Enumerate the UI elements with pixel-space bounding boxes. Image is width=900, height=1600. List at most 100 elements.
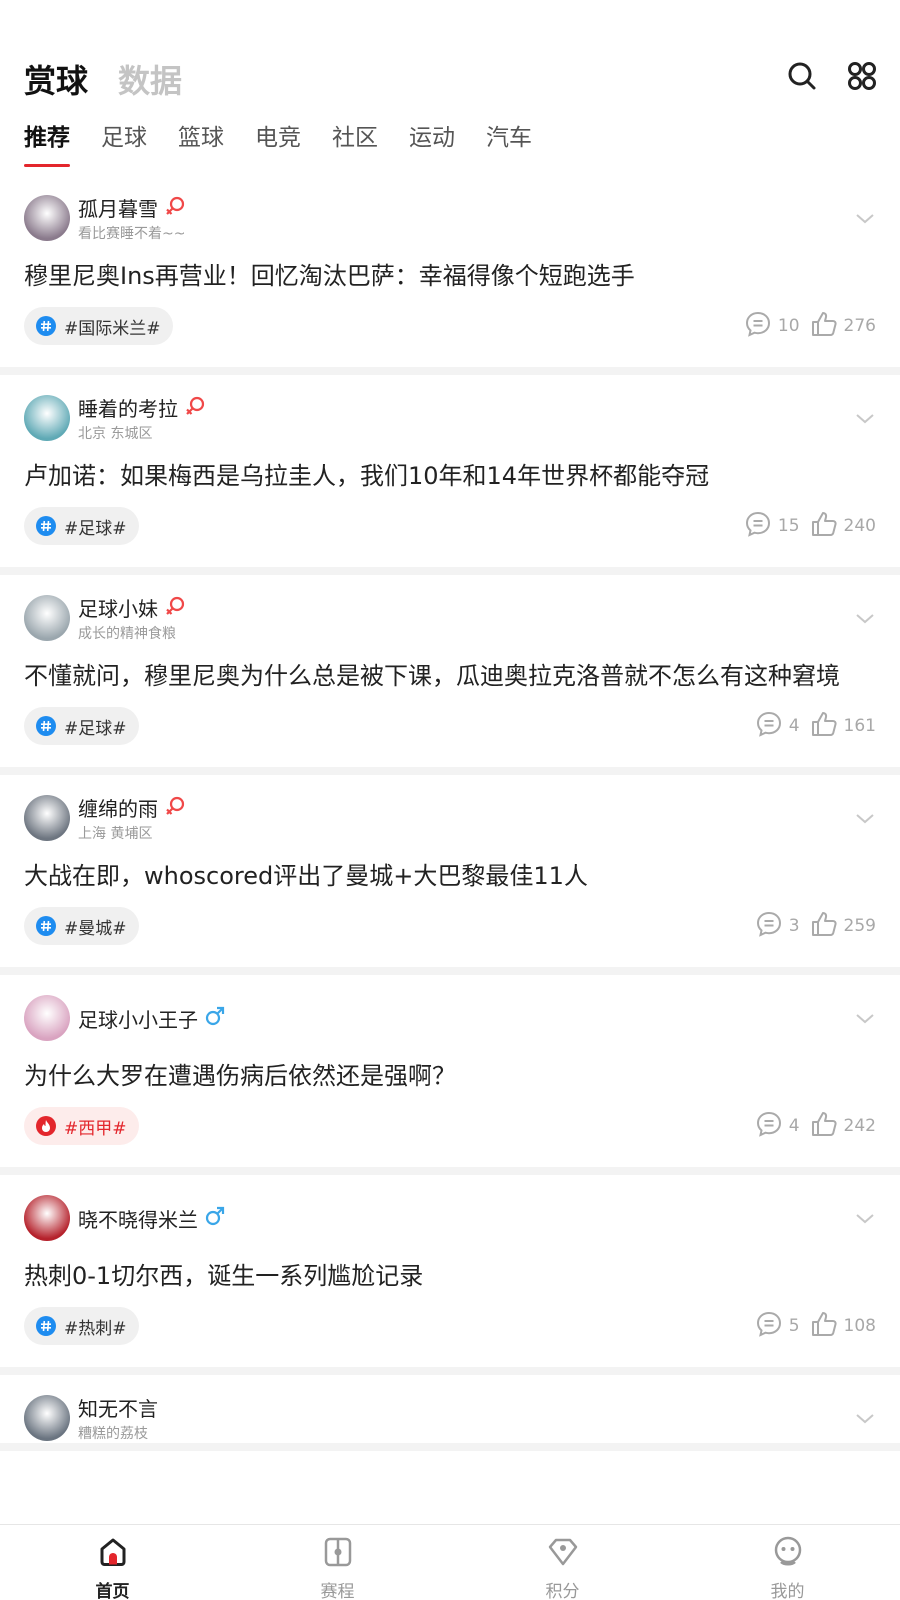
post-stats: 10 276: [744, 310, 876, 343]
like-button[interactable]: 259: [810, 910, 876, 943]
topic-tag-label: #国际米兰#: [64, 318, 161, 339]
post-header: 孤月暮雪 看比赛睡不着~~: [24, 193, 876, 243]
username[interactable]: 足球小小王子: [78, 1004, 198, 1033]
like-count: 108: [843, 1316, 876, 1336]
post-title[interactable]: 穆里尼奥Ins再营业！回忆淘汰巴萨：幸福得像个短跑选手: [24, 261, 876, 291]
avatar[interactable]: [24, 995, 70, 1041]
comment-count: 4: [788, 1116, 800, 1136]
chevron-down-icon[interactable]: [854, 207, 876, 233]
username[interactable]: 睡着的考拉: [78, 393, 178, 422]
chevron-down-icon[interactable]: [854, 407, 876, 433]
comment-button[interactable]: 4: [755, 1110, 800, 1143]
like-button[interactable]: 240: [810, 510, 876, 543]
username[interactable]: 晓不晓得米兰: [78, 1204, 198, 1233]
comment-icon: [755, 710, 783, 743]
username[interactable]: 知无不言: [78, 1393, 158, 1422]
tabbar-item-points[interactable]: 积分: [450, 1525, 675, 1600]
comment-button[interactable]: 5: [755, 1310, 800, 1343]
user-info: 晓不晓得米兰: [78, 1204, 226, 1233]
avatar[interactable]: [24, 1195, 70, 1241]
home-icon: [96, 1535, 130, 1573]
topic-tag[interactable]: #国际米兰#: [24, 307, 173, 345]
topic-tag[interactable]: #西甲#: [24, 1107, 139, 1145]
post-card[interactable]: 睡着的考拉 北京 东城区 卢加诺：如果梅西是乌拉圭人，我们10年和14年世界杯都…: [0, 375, 900, 575]
post-footer: #曼城# 3 259: [24, 907, 876, 967]
topic-tag[interactable]: #曼城#: [24, 907, 139, 945]
chevron-down-icon[interactable]: [854, 1207, 876, 1233]
post-title[interactable]: 卢加诺：如果梅西是乌拉圭人，我们10年和14年世界杯都能夺冠: [24, 461, 876, 491]
male-icon: [204, 1205, 226, 1231]
tabbar-label: 我的: [770, 1582, 805, 1600]
points-icon: [546, 1535, 580, 1573]
avatar[interactable]: [24, 1395, 70, 1441]
comment-button[interactable]: 4: [755, 710, 800, 743]
sub-tab-esports[interactable]: 电竞: [255, 118, 301, 168]
sub-tab-sports[interactable]: 运动: [409, 118, 455, 168]
chevron-down-icon[interactable]: [854, 1407, 876, 1433]
female-icon: [184, 395, 206, 421]
topic-tag[interactable]: #热刺#: [24, 1307, 139, 1345]
grid-menu-icon[interactable]: [846, 60, 878, 92]
header-icons: [786, 60, 878, 92]
avatar[interactable]: [24, 795, 70, 841]
username[interactable]: 缠绵的雨: [78, 793, 158, 822]
comment-icon: [755, 1110, 783, 1143]
post-stats: 3 259: [755, 910, 876, 943]
like-button[interactable]: 161: [810, 710, 876, 743]
chevron-down-icon[interactable]: [854, 1007, 876, 1033]
user-info: 孤月暮雪 看比赛睡不着~~: [78, 193, 186, 243]
sub-tab-community[interactable]: 社区: [332, 118, 378, 168]
topic-tag[interactable]: #足球#: [24, 707, 139, 745]
tabbar-item-schedule[interactable]: 赛程: [225, 1525, 450, 1600]
post-title[interactable]: 不懂就问，穆里尼奥为什么总是被下课，瓜迪奥拉克洛普就不怎么有这种窘境: [24, 661, 876, 691]
username[interactable]: 孤月暮雪: [78, 193, 158, 222]
comment-button[interactable]: 15: [744, 510, 800, 543]
sub-tab-basketball[interactable]: 篮球: [178, 118, 224, 168]
sub-tab-football[interactable]: 足球: [101, 118, 147, 168]
thumbs-up-icon: [810, 310, 838, 343]
like-button[interactable]: 276: [810, 310, 876, 343]
tabbar-label: 积分: [545, 1582, 580, 1600]
post-card[interactable]: 缠绵的雨 上海 黄埔区 大战在即，whoscored评出了曼城+大巴黎最佳11人…: [0, 775, 900, 975]
comment-icon: [744, 510, 772, 543]
post-title[interactable]: 为什么大罗在遭遇伤病后依然还是强啊？: [24, 1061, 876, 1091]
comment-icon: [744, 310, 772, 343]
chevron-down-icon[interactable]: [854, 607, 876, 633]
tab-data[interactable]: 数据: [118, 56, 182, 102]
like-count: 276: [843, 316, 876, 336]
post-title[interactable]: 大战在即，whoscored评出了曼城+大巴黎最佳11人: [24, 861, 876, 891]
tabbar-item-profile[interactable]: 我的: [675, 1525, 900, 1600]
avatar[interactable]: [24, 395, 70, 441]
post-title[interactable]: 热刺0-1切尔西，诞生一系列尴尬记录: [24, 1261, 876, 1291]
sub-tab-recommend[interactable]: 推荐: [24, 118, 70, 168]
hashtag-icon: [36, 316, 56, 336]
like-button[interactable]: 108: [810, 1310, 876, 1343]
like-count: 259: [843, 916, 876, 936]
topic-tag[interactable]: #足球#: [24, 507, 139, 545]
hashtag-icon: [36, 716, 56, 736]
post-card[interactable]: 孤月暮雪 看比赛睡不着~~ 穆里尼奥Ins再营业！回忆淘汰巴萨：幸福得像个短跑选…: [0, 175, 900, 375]
post-card[interactable]: 晓不晓得米兰 热刺0-1切尔西，诞生一系列尴尬记录 #热刺# 5 108: [0, 1175, 900, 1375]
avatar[interactable]: [24, 195, 70, 241]
user-info: 缠绵的雨 上海 黄埔区: [78, 793, 186, 843]
post-card[interactable]: 知无不言 糟糕的荔枝: [0, 1375, 900, 1451]
comment-icon: [755, 910, 783, 943]
post-card[interactable]: 足球小小王子 为什么大罗在遭遇伤病后依然还是强啊？ #西甲# 4 242: [0, 975, 900, 1175]
chevron-down-icon[interactable]: [854, 807, 876, 833]
post-card[interactable]: 足球小妹 成长的精神食粮 不懂就问，穆里尼奥为什么总是被下课，瓜迪奥拉克洛普就不…: [0, 575, 900, 775]
comment-count: 10: [777, 316, 800, 336]
user-info: 知无不言 糟糕的荔枝: [78, 1393, 158, 1443]
search-icon[interactable]: [786, 60, 818, 92]
like-count: 161: [843, 716, 876, 736]
comment-button[interactable]: 10: [744, 310, 800, 343]
tab-watch[interactable]: 赏球: [24, 56, 88, 102]
user-subtitle: 北京 东城区: [78, 426, 153, 442]
like-button[interactable]: 242: [810, 1110, 876, 1143]
comment-count: 4: [788, 716, 800, 736]
user-info: 足球小小王子: [78, 1004, 226, 1033]
tabbar-item-home[interactable]: 首页: [0, 1525, 225, 1600]
avatar[interactable]: [24, 595, 70, 641]
username[interactable]: 足球小妹: [78, 593, 158, 622]
sub-tab-cars[interactable]: 汽车: [486, 118, 532, 168]
comment-button[interactable]: 3: [755, 910, 800, 943]
